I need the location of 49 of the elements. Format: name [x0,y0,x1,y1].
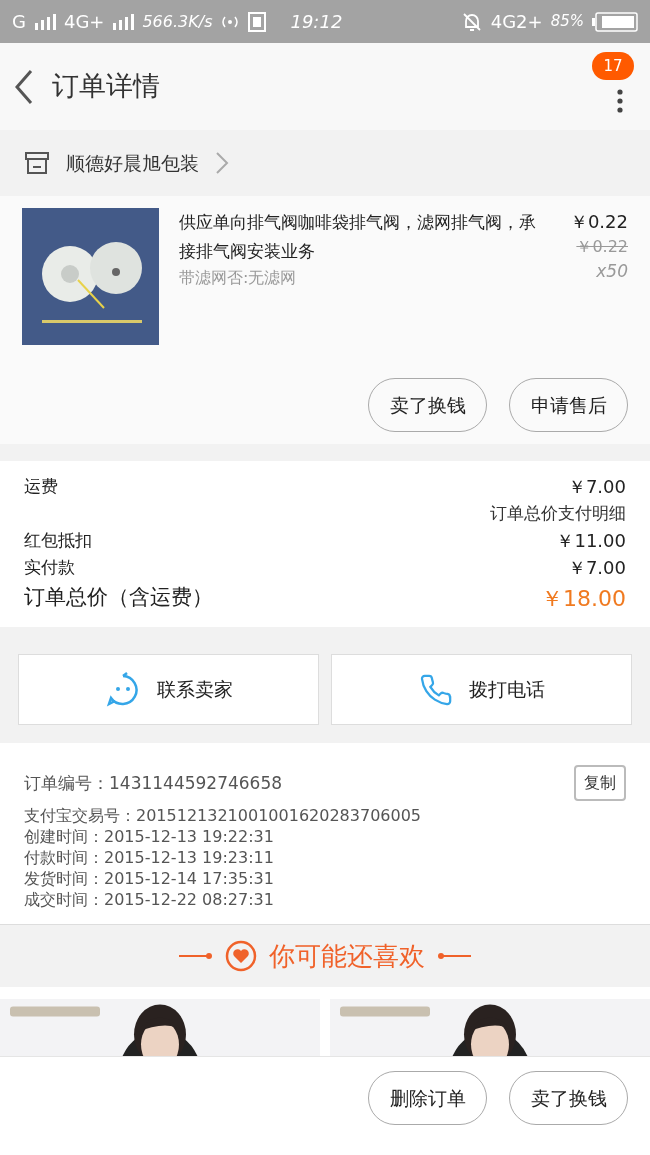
smiley-icon [104,671,141,708]
order-number: 订单编号：1431144592746658 [24,772,283,795]
network-label: 4G2+ [490,10,543,34]
cost-value: ￥7.00 [567,475,626,499]
contact-button[interactable]: 拨打电话 [331,654,632,725]
product-price: ￥0.22 [569,210,628,234]
product-quantity: x50 [596,260,628,283]
network-speed: 566.3K/s [142,10,213,33]
sim-icon [248,11,267,32]
payment-detail-link[interactable]: 订单总价支付明细 [490,500,626,527]
action-button[interactable]: 卖了换钱 [368,378,487,432]
clock: 19:12 [290,10,343,34]
contact-button[interactable]: 联系卖家 [18,654,319,725]
battery-percent: 85% [550,11,584,33]
product-title[interactable]: 供应单向排气阀咖啡袋排气阀，滤网排气阀，承接排气阀安装业务 [179,208,538,266]
order-detail-line: 付款时间：2015-12-13 19:23:11 [24,847,275,868]
page-title: 订单详情 [52,69,160,104]
cost-label: 实付款 [24,555,75,579]
signal-icon [33,13,56,30]
order-detail-line: 支付宝交易号：2015121321001001620283706005 [24,805,423,826]
battery-icon [592,11,638,32]
line-dot-icon [179,952,213,960]
action-button[interactable]: 删除订单 [368,1071,487,1125]
carrier-label: G [12,10,26,34]
original-price: ￥0.22 [576,236,628,258]
action-button[interactable]: 卖了换钱 [509,1071,628,1125]
order-detail-line: 创建时间：2015-12-13 19:22:31 [24,826,275,847]
order-detail-line: 成交时间：2015-12-22 08:27:31 [24,889,275,910]
copy-button[interactable]: 复制 [574,765,626,801]
carrier-label: 4G+ [63,10,105,34]
order-detail-line: 发货时间：2015-12-14 17:35:31 [24,868,275,889]
cost-value: ￥18.00 [541,584,626,613]
phone-icon [418,672,453,707]
muted-bell-icon [460,10,483,33]
chevron-right-icon [215,151,229,175]
shop-icon [24,151,50,175]
more-icon [617,88,623,113]
recommend-title: 你可能还喜欢 [269,939,425,973]
cost-label: 订单总价（含运费） [24,584,213,612]
cost-value: ￥7.00 [567,556,626,580]
notification-badge: 17 [592,52,634,80]
cost-label: 红包抵扣 [24,528,92,552]
signal-icon [112,13,135,30]
dot-line-icon [437,952,471,960]
cost-value: ￥11.00 [556,529,626,553]
cost-label: 运费 [24,474,58,498]
shop-name: 顺德好晨旭包装 [66,150,199,176]
action-button[interactable]: 申请售后 [509,378,628,432]
product-spec: 带滤网否:无滤网 [179,267,298,289]
